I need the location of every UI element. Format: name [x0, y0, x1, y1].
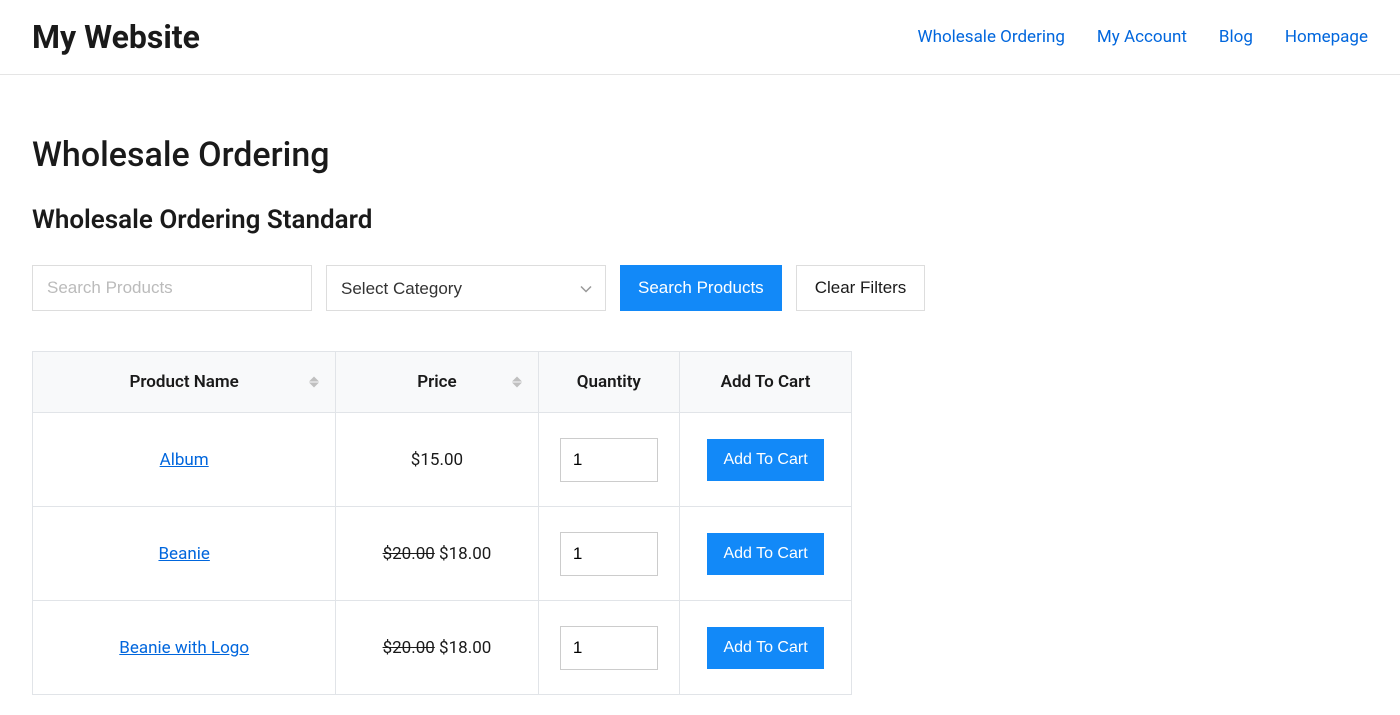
- category-select-wrapper: Select Category: [326, 265, 606, 311]
- header-label: Add To Cart: [721, 372, 811, 392]
- products-table: Product Name Price Quantity: [32, 351, 852, 695]
- add-to-cart-button[interactable]: Add To Cart: [707, 627, 823, 669]
- product-link[interactable]: Beanie: [158, 544, 209, 564]
- original-price: $20.00: [383, 638, 435, 658]
- price-cell: $20.00 $18.00: [336, 601, 538, 695]
- price: $18.00: [439, 544, 491, 564]
- section-title: Wholesale Ordering Standard: [32, 205, 1368, 235]
- clear-filters-button[interactable]: Clear Filters: [796, 265, 926, 311]
- nav-homepage[interactable]: Homepage: [1285, 27, 1368, 47]
- header-price[interactable]: Price: [336, 352, 538, 413]
- price: $18.00: [439, 638, 491, 658]
- site-title: My Website: [32, 18, 200, 56]
- site-header: My Website Wholesale Ordering My Account…: [0, 0, 1400, 75]
- table-header-row: Product Name Price Quantity: [33, 352, 852, 413]
- quantity-input[interactable]: [560, 438, 658, 482]
- price: $15.00: [411, 450, 463, 470]
- price-cell: $20.00 $18.00: [336, 507, 538, 601]
- sort-icon: [309, 377, 319, 388]
- table-body: Album $15.00 Add To Cart Beanie $20.00 $…: [33, 413, 852, 695]
- quantity-input[interactable]: [560, 626, 658, 670]
- product-link[interactable]: Album: [160, 450, 209, 470]
- main-content: Wholesale Ordering Wholesale Ordering St…: [0, 75, 1400, 715]
- sort-icon: [512, 377, 522, 388]
- header-product-name[interactable]: Product Name: [33, 352, 336, 413]
- nav-my-account[interactable]: My Account: [1097, 27, 1187, 47]
- add-to-cart-button[interactable]: Add To Cart: [707, 533, 823, 575]
- page-title: Wholesale Ordering: [32, 135, 1368, 175]
- header-add-to-cart: Add To Cart: [680, 352, 852, 413]
- search-input[interactable]: [32, 265, 312, 311]
- filter-row: Select Category Search Products Clear Fi…: [32, 265, 1368, 311]
- table-row: Beanie $20.00 $18.00 Add To Cart: [33, 507, 852, 601]
- price-cell: $15.00: [336, 413, 538, 507]
- add-to-cart-button[interactable]: Add To Cart: [707, 439, 823, 481]
- header-label: Product Name: [129, 372, 238, 392]
- table-row: Beanie with Logo $20.00 $18.00 Add To Ca…: [33, 601, 852, 695]
- nav-blog[interactable]: Blog: [1219, 27, 1253, 47]
- header-label: Price: [417, 372, 456, 392]
- category-select[interactable]: Select Category: [326, 265, 606, 311]
- header-label: Quantity: [577, 372, 641, 392]
- main-nav: Wholesale Ordering My Account Blog Homep…: [918, 27, 1369, 47]
- header-quantity: Quantity: [538, 352, 680, 413]
- search-button[interactable]: Search Products: [620, 265, 782, 311]
- nav-wholesale[interactable]: Wholesale Ordering: [918, 27, 1065, 47]
- quantity-input[interactable]: [560, 532, 658, 576]
- table-row: Album $15.00 Add To Cart: [33, 413, 852, 507]
- original-price: $20.00: [383, 544, 435, 564]
- product-link[interactable]: Beanie with Logo: [119, 638, 249, 658]
